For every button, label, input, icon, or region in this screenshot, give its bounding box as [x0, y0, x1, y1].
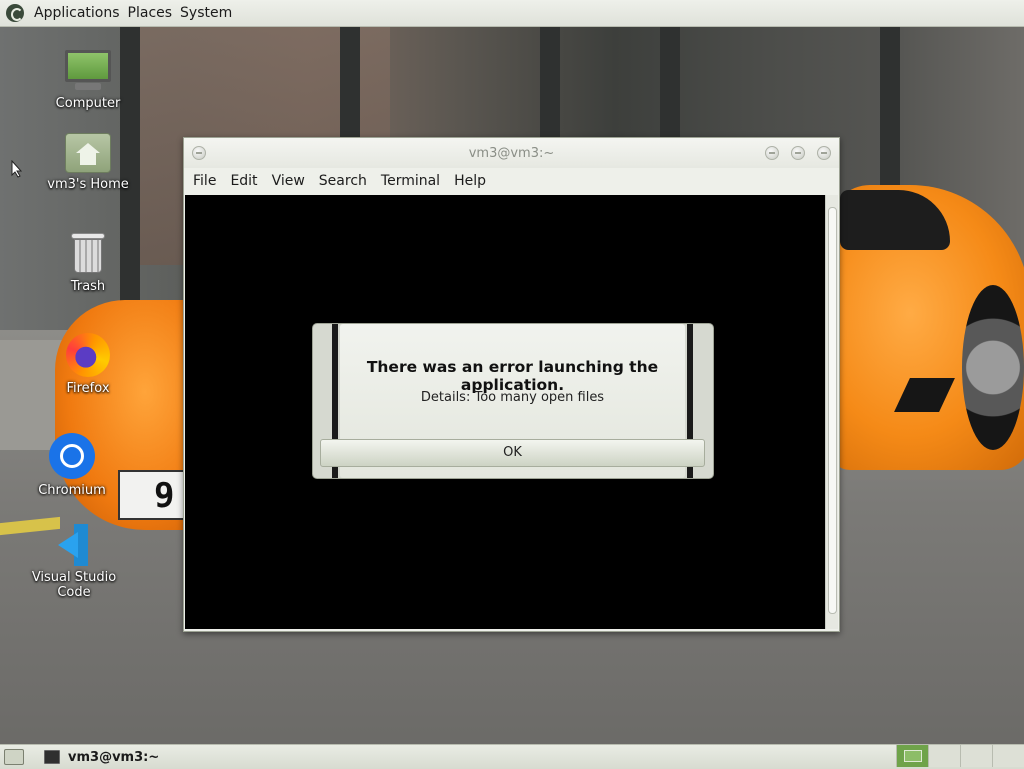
window-title: vm3@vm3:~ — [468, 145, 555, 161]
desktop-icon-home[interactable]: vm3's Home — [33, 133, 143, 192]
minimize-icon[interactable] — [765, 146, 779, 160]
window-menu-icon[interactable] — [192, 146, 206, 160]
error-title: There was an error launching the applica… — [366, 358, 659, 394]
scrollbar-thumb[interactable] — [828, 207, 837, 614]
terminal-scrollbar[interactable] — [825, 195, 838, 629]
menu-terminal[interactable]: Terminal — [374, 173, 447, 189]
menu-file[interactable]: File — [186, 173, 223, 189]
chromium-icon — [49, 433, 95, 479]
taskbar-terminal-button[interactable]: vm3@vm3:~ — [38, 746, 165, 768]
bottom-panel: vm3@vm3:~ — [0, 744, 1024, 769]
ok-button[interactable]: OK — [320, 439, 705, 467]
home-folder-icon — [65, 133, 111, 173]
places-menu[interactable]: Places — [124, 0, 177, 26]
desktop-icon-label: Trash — [70, 279, 106, 294]
mouse-cursor-icon — [11, 160, 22, 178]
trash-icon — [71, 233, 105, 275]
terminal-icon — [44, 750, 60, 764]
workspace-3[interactable] — [960, 745, 992, 767]
workspace-switcher — [896, 745, 1024, 769]
desktop-icon-chromium[interactable]: Chromium — [17, 433, 127, 498]
show-desktop-icon[interactable] — [4, 749, 24, 765]
menu-search[interactable]: Search — [312, 173, 374, 189]
desktop-icon-label: Visual Studio Code — [31, 570, 117, 600]
desktop-icon-label: Computer — [55, 96, 121, 111]
desktop-icon-trash[interactable]: Trash — [33, 233, 143, 294]
taskbar-label: vm3@vm3:~ — [68, 749, 160, 765]
desktop-icon-label: Firefox — [66, 381, 110, 396]
menu-view[interactable]: View — [265, 173, 312, 189]
desktop-icon-firefox[interactable]: Firefox — [33, 333, 143, 396]
desktop-icon-vscode[interactable]: Visual Studio Code — [14, 524, 134, 600]
menu-edit[interactable]: Edit — [223, 173, 264, 189]
terminal-titlebar[interactable]: vm3@vm3:~ — [184, 138, 839, 168]
desktop-icon-label: vm3's Home — [47, 177, 129, 192]
maximize-icon[interactable] — [791, 146, 805, 160]
workspace-4[interactable] — [992, 745, 1024, 767]
desktop-icon-computer[interactable]: Computer — [33, 50, 143, 111]
menu-help[interactable]: Help — [447, 173, 493, 189]
terminal-menubar: File Edit View Search Terminal Help — [184, 168, 839, 194]
error-detail: Details: Too many open files — [420, 390, 605, 405]
gnome-foot-icon[interactable] — [6, 4, 24, 22]
top-panel: Applications Places System — [0, 0, 1024, 27]
applications-menu[interactable]: Applications — [30, 0, 124, 26]
close-icon[interactable] — [817, 146, 831, 160]
workspace-2[interactable] — [928, 745, 960, 767]
workspace-1[interactable] — [896, 745, 928, 767]
system-menu[interactable]: System — [176, 0, 236, 26]
computer-icon — [65, 50, 111, 92]
vscode-icon — [52, 524, 96, 566]
firefox-icon — [66, 333, 110, 377]
desktop-icon-label: Chromium — [38, 483, 106, 498]
